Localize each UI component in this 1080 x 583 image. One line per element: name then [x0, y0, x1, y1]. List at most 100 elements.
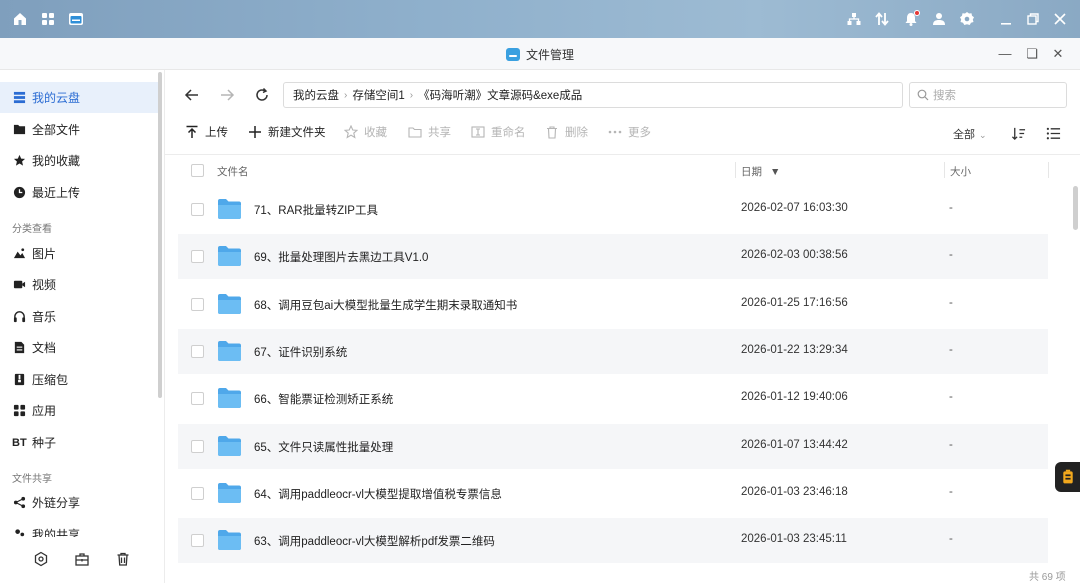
transfer-icon[interactable]	[872, 9, 892, 29]
select-all-checkbox[interactable]	[191, 164, 204, 177]
sidebar-item-label: 外链分享	[32, 496, 81, 510]
column-header-name[interactable]: 文件名	[217, 164, 249, 179]
filter-dropdown[interactable]: 全部 ⌄	[953, 126, 987, 142]
file-name[interactable]: 66、智能票证检测矫正系统	[254, 391, 393, 407]
chevron-down-icon: ⌄	[979, 130, 987, 140]
sidebar-item-my-shares[interactable]: 我的共享	[0, 519, 158, 537]
file-name[interactable]: 64、调用paddleocr-vl大模型提取增值税专票信息	[254, 486, 502, 502]
search-input[interactable]: 搜索	[909, 82, 1067, 108]
file-name[interactable]: 69、批量处理图片去黑边工具V1.0	[254, 249, 428, 265]
file-name[interactable]: 71、RAR批量转ZIP工具	[254, 202, 378, 218]
file-name[interactable]: 63、调用paddleocr-vl大模型解析pdf发票二维码	[254, 533, 495, 549]
file-name[interactable]: 67、证件识别系统	[254, 344, 347, 360]
sidebar-item-videos[interactable]: 视频	[0, 269, 158, 300]
breadcrumb-item-current[interactable]: 《码海听潮》文章源码&exe成品	[418, 87, 582, 103]
arrow-left-icon	[184, 89, 198, 101]
sidebar-item-apps[interactable]: 应用	[0, 395, 158, 426]
sidebar-item-label: 种子	[32, 436, 57, 450]
sort-icon	[1011, 127, 1025, 140]
arrow-right-icon	[221, 89, 235, 101]
sidebar-item-recent-uploads[interactable]: 最近上传	[0, 177, 158, 208]
restore-icon[interactable]	[1023, 9, 1043, 29]
column-header-size[interactable]: 大小	[950, 164, 971, 179]
file-list-scrollbar[interactable]	[1073, 186, 1078, 230]
row-checkbox[interactable]	[191, 250, 204, 264]
sidebar-item-music[interactable]: 音乐	[0, 301, 158, 332]
window-maximize-button[interactable]: ❏	[1023, 45, 1041, 63]
back-button[interactable]	[181, 84, 203, 106]
row-checkbox[interactable]	[191, 297, 204, 311]
sidebar-item-link-share[interactable]: 外链分享	[0, 487, 158, 518]
table-row[interactable]: 67、证件识别系统 2026-01-22 13:29:34 -	[178, 328, 1048, 374]
sidebar-item-my-cloud[interactable]: 我的云盘	[0, 82, 158, 113]
file-manager-icon	[505, 48, 520, 61]
file-size: -	[949, 296, 953, 309]
row-checkbox[interactable]	[191, 439, 204, 453]
table-row[interactable]: 63、调用paddleocr-vl大模型解析pdf发票二维码 2026-01-03…	[178, 518, 1048, 564]
sort-button[interactable]	[1009, 124, 1027, 142]
sidebar-item-label: 音乐	[32, 310, 57, 324]
sidebar-item-favorites[interactable]: 我的收藏	[0, 145, 158, 176]
more-button[interactable]: 更多	[608, 123, 651, 141]
breadcrumb-item[interactable]: 我的云盘	[293, 87, 339, 103]
apps-grid-icon[interactable]	[38, 9, 58, 29]
sidebar-item-images[interactable]: 图片	[0, 238, 158, 269]
row-checkbox[interactable]	[191, 534, 204, 548]
table-row[interactable]: 68、调用豆包ai大模型批量生成学生期末录取通知书 2026-01-25 17:1…	[178, 282, 1048, 327]
floating-tool-button[interactable]	[1055, 462, 1080, 492]
delete-button[interactable]: 删除	[545, 123, 588, 141]
shared-icon	[12, 526, 26, 537]
table-row[interactable]: 69、批量处理图片去黑边工具V1.0 2026-02-03 00:38:56 -	[178, 234, 1048, 280]
file-size: -	[949, 485, 953, 498]
file-name[interactable]: 65、文件只读属性批量处理	[254, 439, 393, 455]
document-icon	[12, 341, 26, 355]
breadcrumb-item[interactable]: 存储空间1	[352, 87, 404, 103]
trash-icon[interactable]	[113, 549, 133, 569]
forward-button[interactable]	[216, 84, 238, 106]
table-row[interactable]: 64、调用paddleocr-vl大模型提取增值税专票信息 2026-01-03 …	[178, 471, 1048, 516]
item-count: 共 69 项	[1029, 572, 1066, 583]
window-title: 文件管理	[525, 48, 574, 62]
sidebar-item-archives[interactable]: 压缩包	[0, 364, 158, 395]
row-checkbox[interactable]	[191, 486, 204, 500]
file-manager-app-icon[interactable]	[66, 9, 86, 29]
table-row[interactable]: 71、RAR批量转ZIP工具 2026-02-07 16:03:30 -	[178, 187, 1048, 232]
upload-button[interactable]: 上传	[185, 123, 228, 141]
notification-bell-icon[interactable]	[901, 9, 921, 29]
row-checkbox[interactable]	[191, 392, 204, 406]
table-row[interactable]: 65、文件只读属性批量处理 2026-01-07 13:44:42 -	[178, 423, 1048, 469]
network-icon[interactable]	[844, 9, 864, 29]
window-close-button[interactable]: ✕	[1049, 45, 1067, 63]
list-view-button[interactable]	[1044, 124, 1062, 142]
file-name[interactable]: 68、调用豆包ai大模型批量生成学生期末录取通知书	[254, 297, 517, 313]
sidebar-item-torrents[interactable]: BT 种子	[0, 427, 158, 458]
table-row[interactable]: 66、智能票证检测矫正系统 2026-01-12 19:40:06 -	[178, 376, 1048, 421]
settings-gear-icon[interactable]	[957, 9, 977, 29]
column-separator	[735, 162, 736, 178]
close-icon[interactable]	[1050, 9, 1070, 29]
file-size: -	[949, 202, 953, 214]
notification-dot	[914, 10, 920, 16]
battery-icon	[1062, 469, 1073, 484]
window-minimize-button[interactable]: —	[996, 45, 1014, 63]
sidebar-item-all-files[interactable]: 全部文件	[0, 114, 158, 145]
video-icon	[12, 278, 26, 292]
toolbox-icon[interactable]	[72, 549, 92, 569]
new-folder-button[interactable]: 新建文件夹	[248, 123, 326, 141]
rename-button[interactable]: 重命名	[471, 123, 526, 141]
sidebar-scrollbar[interactable]	[158, 72, 162, 398]
refresh-button[interactable]	[251, 84, 273, 106]
file-date: 2026-02-07 16:03:30	[741, 202, 848, 214]
hexagon-settings-icon[interactable]	[31, 549, 51, 569]
row-checkbox[interactable]	[191, 344, 204, 358]
sidebar-item-label: 视频	[32, 278, 57, 292]
file-date: 2026-01-03 23:45:11	[741, 533, 847, 546]
favorite-button[interactable]: 收藏	[344, 123, 387, 141]
minimize-icon[interactable]	[996, 9, 1016, 29]
user-icon[interactable]	[929, 9, 949, 29]
sidebar-item-documents[interactable]: 文档	[0, 332, 158, 363]
share-button[interactable]: 共享	[408, 123, 451, 141]
row-checkbox[interactable]	[191, 203, 204, 216]
column-header-date[interactable]: 日期 ▼	[741, 164, 780, 179]
home-icon[interactable]	[10, 9, 30, 29]
